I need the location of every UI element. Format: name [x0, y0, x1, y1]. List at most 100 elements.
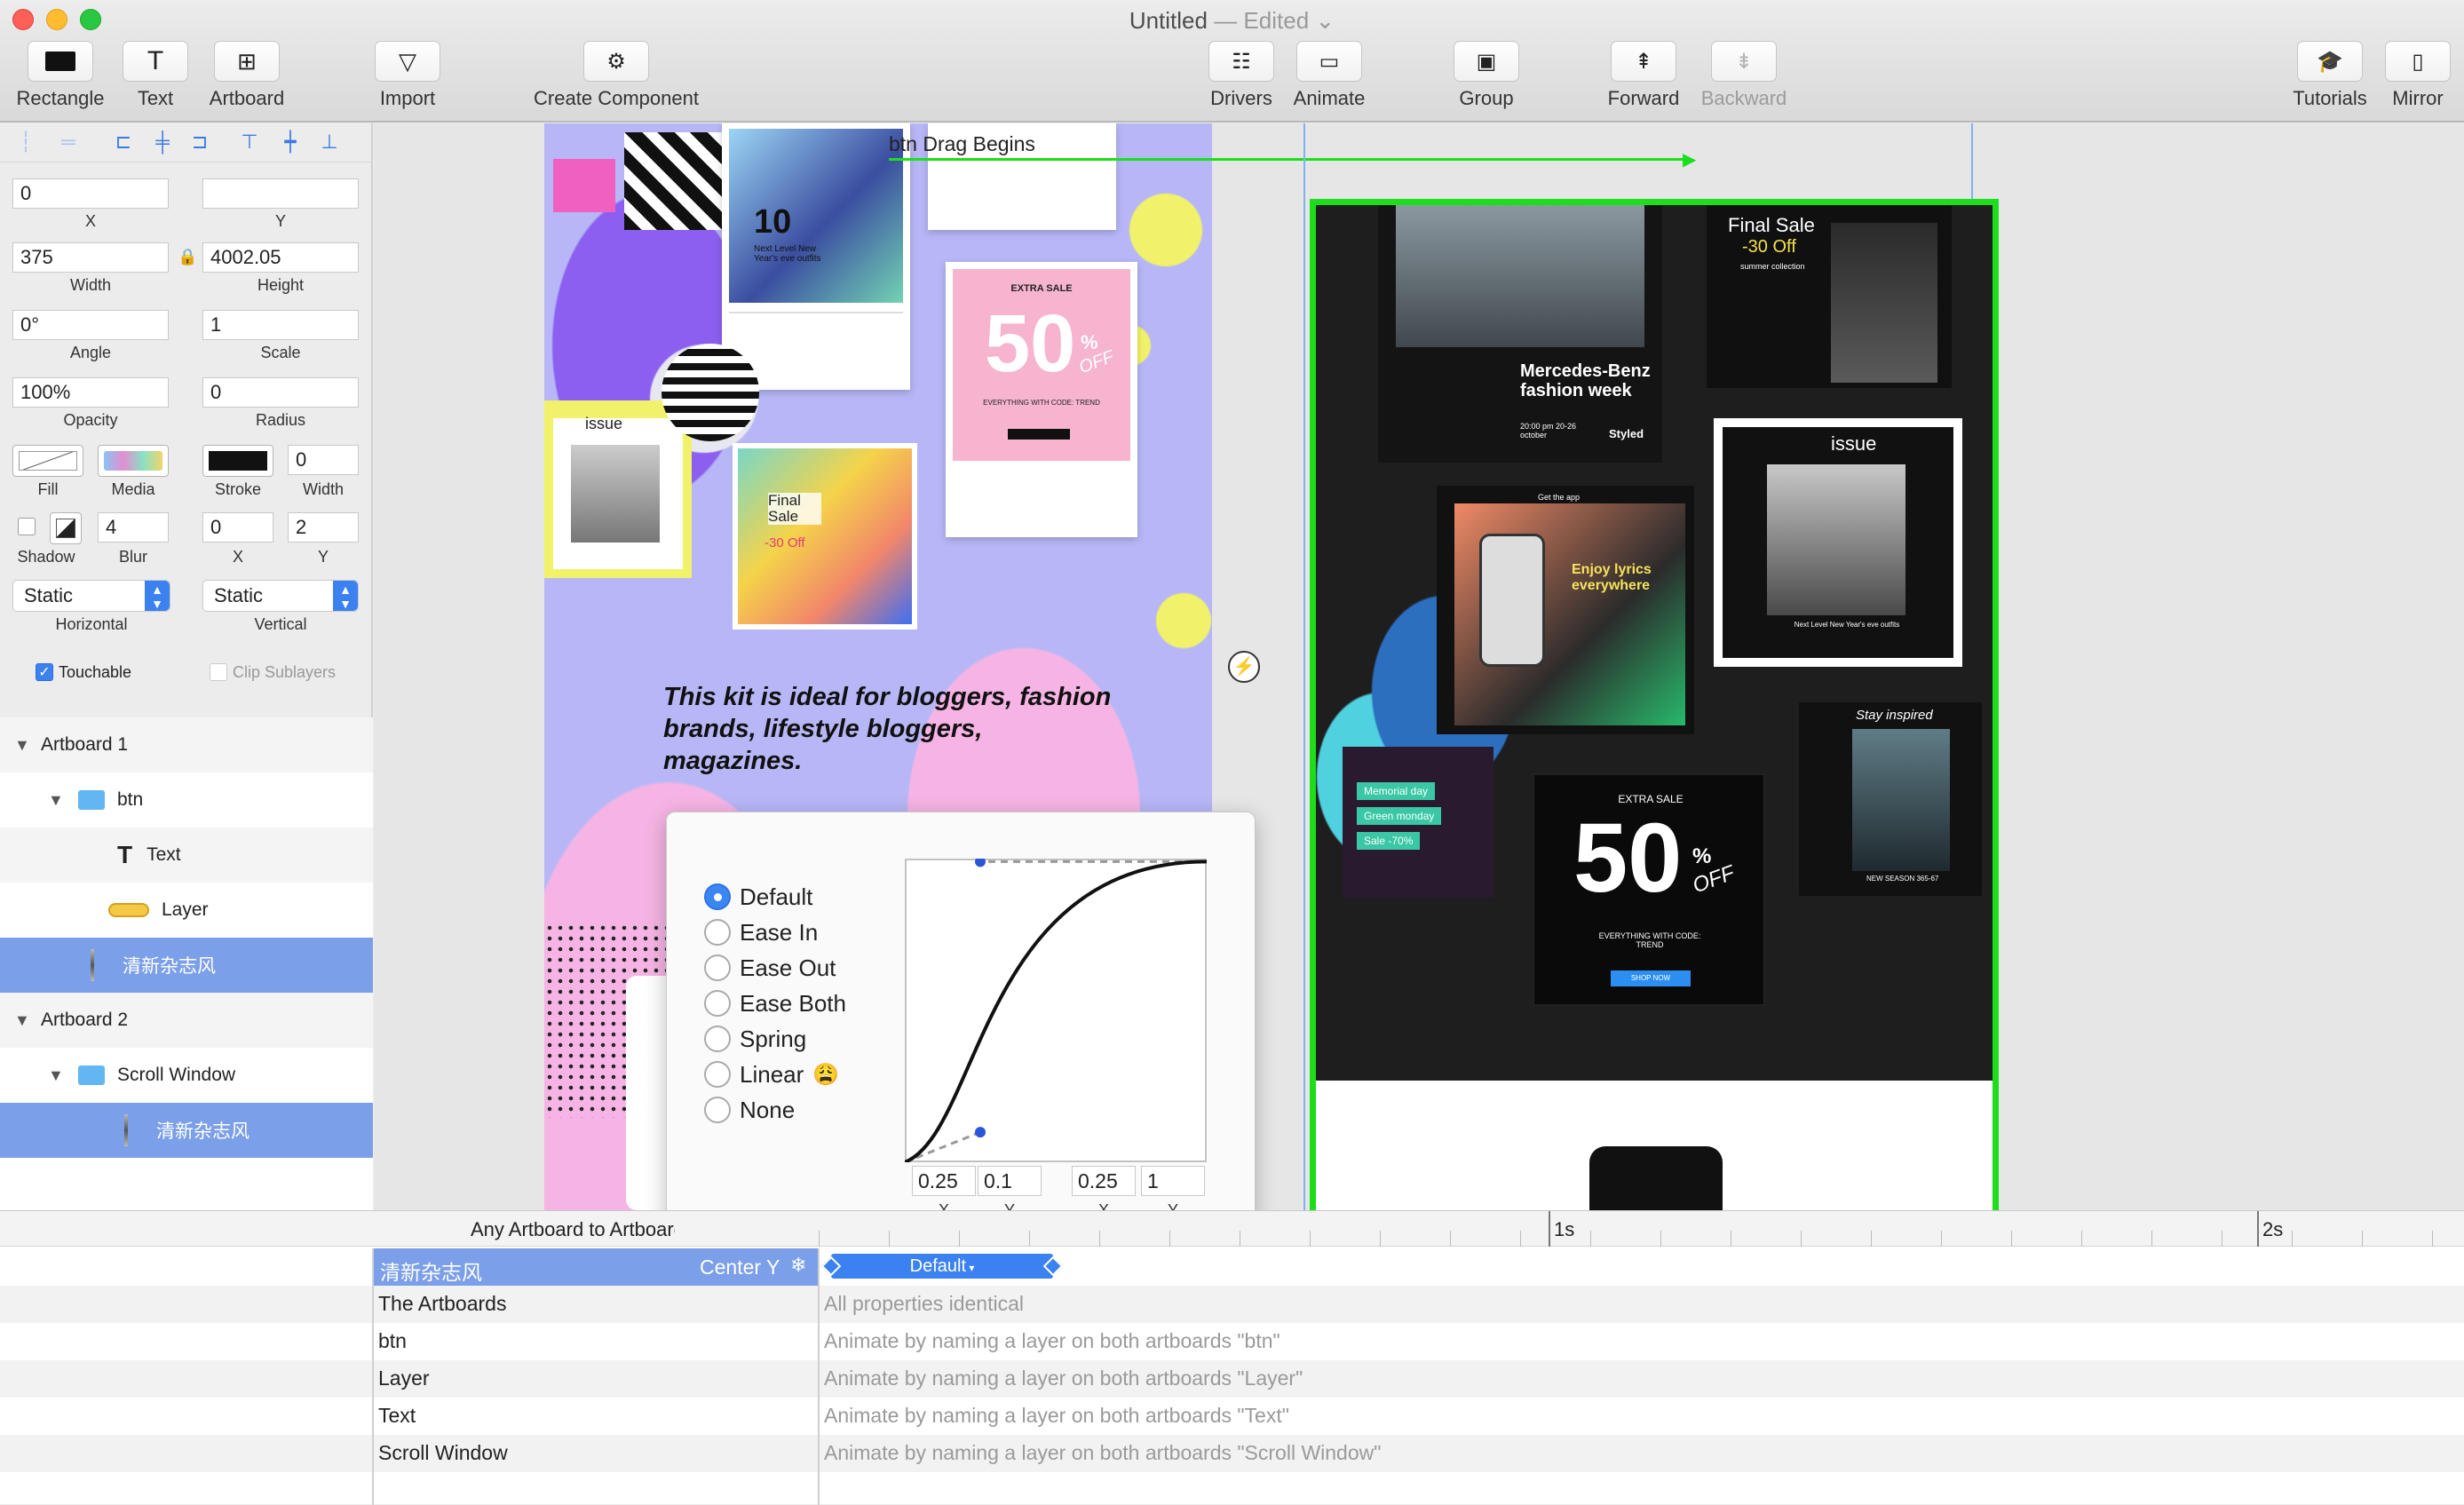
media-swatch[interactable]	[98, 445, 169, 477]
disclosure-triangle-icon[interactable]: ▼	[14, 736, 32, 755]
timeline-ruler	[819, 1231, 2464, 1247]
curve-option-ease-out[interactable]: Ease Out	[704, 953, 836, 983]
radio-button[interactable]	[704, 1061, 731, 1088]
lightning-icon[interactable]: ⚡	[1228, 651, 1260, 683]
gear-icon[interactable]: ❄	[790, 1254, 806, 1277]
vertical-select[interactable]: Static ▲ ▼	[202, 580, 359, 612]
timeline-row[interactable]: Scroll Window Animate by naming a layer …	[0, 1435, 2464, 1472]
align-right-icon[interactable]: ⊐	[186, 131, 213, 155]
artboard-button[interactable]: ⊞ Artboard	[204, 41, 289, 110]
x-field[interactable]: 0	[12, 178, 169, 209]
mercedes-post: Mercedes-Benz fashion week 20:00 pm 20-2…	[1378, 205, 1662, 463]
blur-field[interactable]: 4	[98, 512, 169, 543]
mirror-button[interactable]: ▯ Mirror	[2385, 41, 2451, 110]
clip-sublayers-checkbox[interactable]	[210, 663, 227, 681]
post-caption: Next Level New Year's eve outfits	[754, 244, 821, 264]
horizontal-select[interactable]: Static ▲ ▼	[12, 580, 170, 612]
curve-option-ease-in[interactable]: Ease In	[704, 917, 818, 947]
backward-button[interactable]: ⇟ Backward	[1699, 41, 1788, 110]
layer-label: Artboard 1	[41, 734, 129, 755]
bezier-curve-editor[interactable]	[905, 859, 1207, 1162]
layer-fresh-2[interactable]: 清新杂志风	[0, 1103, 373, 1158]
radio-button[interactable]	[704, 1097, 731, 1123]
width-field[interactable]: 375	[12, 242, 169, 273]
radius-field[interactable]: 0	[202, 377, 359, 408]
align-center-icon[interactable]: ╪	[149, 131, 176, 155]
row-description: Animate by naming a layer on both artboa…	[824, 1404, 1289, 1427]
curve-option-linear[interactable]: Linear 😩	[704, 1059, 839, 1089]
control-y1-field[interactable]: 0.1	[978, 1166, 1042, 1196]
alignment-toolbar: ┆ ═ ⊏ ╪ ⊐ ⊤ ┿ ⊥	[0, 123, 373, 162]
rectangle-button[interactable]: Rectangle	[12, 41, 108, 110]
control-x1-field[interactable]: 0.25	[912, 1166, 976, 1196]
disclosure-triangle-icon[interactable]: ▼	[48, 1066, 66, 1085]
row-name: Layer	[378, 1366, 430, 1390]
shadow-x-field[interactable]: 0	[202, 512, 273, 543]
tutorials-button[interactable]: 🎓 Tutorials	[2287, 41, 2373, 110]
layer-layer[interactable]: Layer	[0, 883, 373, 938]
window-title: Untitled — Edited ⌄	[0, 7, 2464, 35]
disclosure-triangle-icon[interactable]: ▼	[14, 1011, 32, 1030]
radio-button[interactable]	[704, 919, 731, 946]
scale-field[interactable]: 1	[202, 310, 359, 340]
shadow-checkbox[interactable]	[18, 518, 36, 535]
align-bottom-icon[interactable]: ⊥	[316, 131, 343, 155]
layer-btn[interactable]: ▼ btn	[0, 772, 373, 828]
group-button[interactable]: ▣ Group	[1451, 41, 1522, 110]
animate-button[interactable]: ▭ Animate	[1291, 41, 1367, 110]
track-property[interactable]: Center Y	[700, 1255, 780, 1279]
stroke-width-field[interactable]: 0	[288, 445, 359, 475]
angle-field[interactable]: 0°	[12, 310, 169, 340]
edited-status[interactable]: — Edited	[1214, 7, 1309, 34]
layer-text[interactable]: T Text	[0, 828, 373, 883]
layer-artboard-2[interactable]: ▼ Artboard 2	[0, 993, 373, 1048]
drivers-button[interactable]: ☷ Drivers	[1206, 41, 1277, 110]
curve-option-ease-both[interactable]: Ease Both	[704, 988, 846, 1018]
curve-option-spring[interactable]: Spring	[704, 1024, 806, 1054]
distribute-horizontal-icon[interactable]: ┆	[12, 131, 39, 155]
align-top-icon[interactable]: ⊤	[236, 131, 263, 155]
fill-swatch[interactable]	[12, 445, 83, 477]
timeline-row[interactable]: btn Animate by naming a layer on both ar…	[0, 1323, 2464, 1360]
final-sale-card: Final Sale -30 Off	[733, 443, 917, 630]
radio-button[interactable]	[704, 954, 731, 981]
stroke-swatch[interactable]	[202, 445, 273, 477]
option-label: Ease Both	[740, 989, 846, 1017]
radio-button[interactable]	[704, 990, 731, 1017]
shadow-y-field[interactable]: 2	[288, 512, 359, 543]
guide-line	[1303, 123, 1305, 1210]
align-middle-icon[interactable]: ┿	[277, 131, 304, 155]
distribute-vertical-icon[interactable]: ═	[55, 131, 82, 155]
text-button[interactable]: T Text	[123, 41, 188, 110]
timeline-row[interactable]: Text Animate by naming a layer on both a…	[0, 1398, 2464, 1435]
control-point-1[interactable]	[975, 1127, 986, 1138]
control-x2-field[interactable]: 0.25	[1072, 1166, 1136, 1196]
stay-inspired-post: Stay inspired NEW SEASON 365-67	[1799, 702, 1982, 896]
lock-icon[interactable]: 🔒	[178, 248, 197, 266]
timeline-row[interactable]: The Artboards All properties identical	[0, 1286, 2464, 1323]
timeline-track-selected[interactable]: 清新杂志风 Center Y ❄ Default ▾	[0, 1248, 2464, 1286]
radio-button[interactable]	[704, 883, 731, 910]
shadow-swatch[interactable]	[50, 512, 82, 544]
curve-option-default[interactable]: Default	[704, 882, 812, 912]
import-button[interactable]: ▽ Import	[373, 41, 442, 110]
animation-bar[interactable]: Default ▾	[831, 1254, 1053, 1279]
layer-scroll-window[interactable]: ▼ Scroll Window	[0, 1048, 373, 1103]
row-description: Animate by naming a layer on both artboa…	[824, 1366, 1303, 1390]
forward-button[interactable]: ⇞ Forward	[1605, 41, 1682, 110]
control-y2-field[interactable]: 1	[1141, 1166, 1205, 1196]
curve-option-none[interactable]: None	[704, 1095, 795, 1125]
disclosure-triangle-icon[interactable]: ▼	[48, 791, 66, 810]
timeline-row[interactable]: Layer Animate by naming a layer on both …	[0, 1360, 2464, 1398]
touchable-checkbox[interactable]: ✓	[36, 663, 53, 681]
opacity-field[interactable]: 100%	[12, 377, 169, 408]
artboard-2[interactable]: Mercedes-Benz fashion week 20:00 pm 20-2…	[1310, 199, 1999, 1210]
height-field[interactable]: 4002.05	[202, 242, 359, 273]
layer-fresh-1[interactable]: 清新杂志风	[0, 938, 373, 993]
layer-artboard-1[interactable]: ▼ Artboard 1	[0, 717, 373, 772]
align-left-icon[interactable]: ⊏	[110, 131, 137, 155]
radio-button[interactable]	[704, 1026, 731, 1052]
row-description: All properties identical	[824, 1292, 1025, 1315]
create-component-button[interactable]: ⚙ Create Component	[527, 41, 705, 110]
y-field[interactable]	[202, 178, 359, 209]
